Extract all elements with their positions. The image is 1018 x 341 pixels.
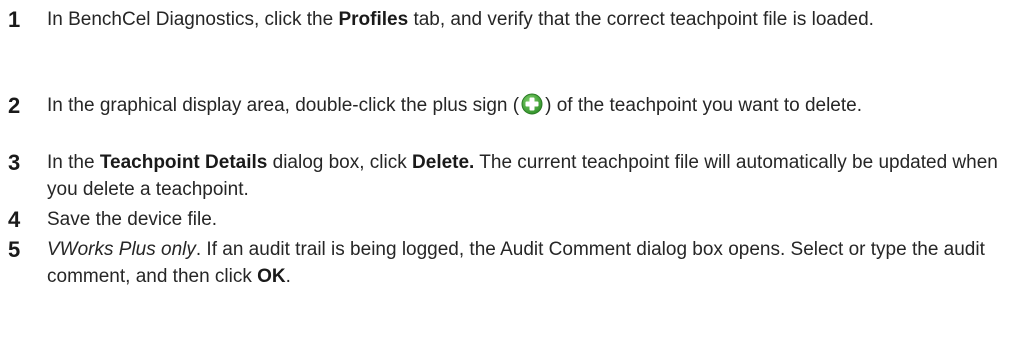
step-text-segment: In BenchCel Diagnostics, click the [47, 9, 339, 30]
step-number: 2 [8, 93, 21, 118]
step-text: VWorks Plus only. If an audit trail is b… [47, 236, 1007, 290]
delete-label: Delete. [412, 152, 475, 173]
step-text: In BenchCel Diagnostics, click the Profi… [47, 6, 1007, 33]
step-text: In the graphical display area, double-cl… [47, 92, 1007, 119]
step-number: 3 [8, 150, 21, 175]
step-number: 4 [8, 207, 21, 232]
teachpoint-details-label: Teachpoint Details [99, 152, 268, 173]
step-text: Save the device file. [47, 206, 1007, 233]
plus-circle-icon [521, 93, 543, 115]
step-number: 5 [8, 237, 21, 262]
ok-label: OK [257, 266, 286, 287]
step-text-segment: . [285, 266, 291, 287]
step-text-segment: In the graphical display area, double-cl… [47, 95, 520, 116]
profiles-tab-label: Profiles [338, 9, 409, 30]
step-text-segment: ) of the teachpoint you want to delete. [545, 95, 862, 116]
step-text-segment: In the [47, 152, 100, 173]
step-number: 1 [8, 7, 21, 32]
step-text-segment: Save the device file. [47, 209, 218, 230]
vworks-plus-note: VWorks Plus only [47, 239, 196, 260]
step-text: In the Teachpoint Details dialog box, cl… [47, 149, 1007, 203]
step-text-segment: dialog box, click [267, 152, 413, 173]
step-text-segment: tab, and verify that the correct teachpo… [408, 9, 874, 30]
